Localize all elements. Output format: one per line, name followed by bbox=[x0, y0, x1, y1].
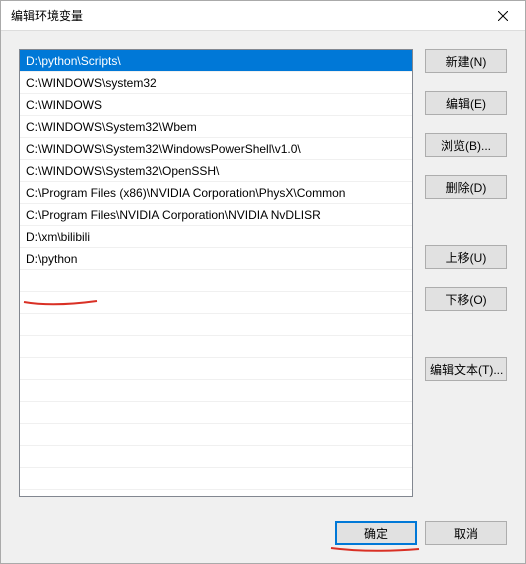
list-item-empty[interactable] bbox=[20, 402, 412, 424]
cancel-button[interactable]: 取消 bbox=[425, 521, 507, 545]
browse-button[interactable]: 浏览(B)... bbox=[425, 133, 507, 157]
list-item-empty[interactable] bbox=[20, 336, 412, 358]
list-item[interactable]: D:\python\Scripts\ bbox=[20, 50, 412, 72]
side-button-panel: 新建(N) 编辑(E) 浏览(B)... 删除(D) 上移(U) 下移(O) 编… bbox=[425, 49, 507, 511]
delete-button[interactable]: 删除(D) bbox=[425, 175, 507, 199]
close-button[interactable] bbox=[480, 1, 525, 31]
list-item-empty[interactable] bbox=[20, 358, 412, 380]
content-area: D:\python\Scripts\ C:\WINDOWS\system32 C… bbox=[1, 31, 525, 521]
list-item[interactable]: C:\WINDOWS\System32\Wbem bbox=[20, 116, 412, 138]
list-item[interactable]: C:\WINDOWS\system32 bbox=[20, 72, 412, 94]
list-item-empty[interactable] bbox=[20, 292, 412, 314]
edittext-button[interactable]: 编辑文本(T)... bbox=[425, 357, 507, 381]
list-item[interactable]: C:\Program Files (x86)\NVIDIA Corporatio… bbox=[20, 182, 412, 204]
moveup-button[interactable]: 上移(U) bbox=[425, 245, 507, 269]
new-button[interactable]: 新建(N) bbox=[425, 49, 507, 73]
movedown-button[interactable]: 下移(O) bbox=[425, 287, 507, 311]
edit-button[interactable]: 编辑(E) bbox=[425, 91, 507, 115]
dialog-window: 编辑环境变量 D:\python\Scripts\ C:\WINDOWS\sys… bbox=[0, 0, 526, 564]
list-item[interactable]: C:\WINDOWS\System32\WindowsPowerShell\v1… bbox=[20, 138, 412, 160]
list-item-empty[interactable] bbox=[20, 380, 412, 402]
list-item[interactable]: C:\Program Files\NVIDIA Corporation\NVID… bbox=[20, 204, 412, 226]
list-item-empty[interactable] bbox=[20, 270, 412, 292]
titlebar: 编辑环境变量 bbox=[1, 1, 525, 31]
list-item[interactable]: D:\python bbox=[20, 248, 412, 270]
close-icon bbox=[498, 11, 508, 21]
list-item-empty[interactable] bbox=[20, 314, 412, 336]
window-title: 编辑环境变量 bbox=[11, 7, 83, 24]
footer-buttons: 确定 取消 bbox=[1, 521, 525, 563]
list-item-empty[interactable] bbox=[20, 468, 412, 490]
list-item[interactable]: C:\WINDOWS\System32\OpenSSH\ bbox=[20, 160, 412, 182]
ok-button[interactable]: 确定 bbox=[335, 521, 417, 545]
list-item[interactable]: C:\WINDOWS bbox=[20, 94, 412, 116]
list-item-empty[interactable] bbox=[20, 446, 412, 468]
path-listbox[interactable]: D:\python\Scripts\ C:\WINDOWS\system32 C… bbox=[19, 49, 413, 497]
list-item[interactable]: D:\xm\bilibili bbox=[20, 226, 412, 248]
list-item-empty[interactable] bbox=[20, 424, 412, 446]
